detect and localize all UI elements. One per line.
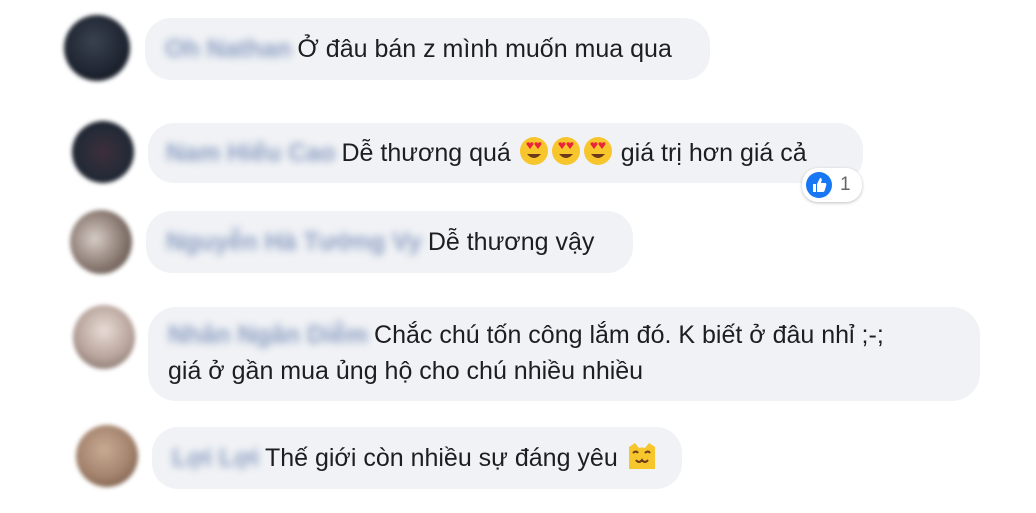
- comment-bubble: Nam Hiếu Cao Dễ thương quá giá trị hơn gi…: [148, 123, 863, 183]
- avatar[interactable]: [76, 425, 138, 487]
- reaction-count: 1: [840, 174, 851, 195]
- comment-author[interactable]: Nam Hiếu Cao: [166, 135, 335, 171]
- comment-author[interactable]: Nguyễn Hà Tường Vy: [166, 224, 422, 260]
- comment-text-line-2: giá ở gần mua ủng hộ cho chú nhiều nhiều: [168, 357, 644, 385]
- comment-text-line-1: Chắc chú tốn công lắm đó. K biết ở đâu n…: [374, 321, 884, 349]
- comment-author[interactable]: Oh Nathan: [165, 31, 291, 67]
- avatar[interactable]: [70, 210, 132, 274]
- like-icon: [806, 172, 832, 198]
- comment-author[interactable]: Nhân Ngân Diễm: [168, 317, 368, 353]
- heart-eyes-emoji: [519, 136, 549, 176]
- comment-bubble: Nhân Ngân Diễm Chắc chú tốn công lắm đó. …: [148, 307, 980, 401]
- comment-author[interactable]: Lợi Lợi: [172, 440, 259, 476]
- comment-bubble: Lợi Lợi Thế giới còn nhiều sự đáng yêu: [152, 427, 682, 489]
- comment-text: Dễ thương quá: [341, 139, 511, 167]
- heart-eyes-emoji: [583, 136, 613, 176]
- comment-bubble: Oh Nathan Ở đâu bán z mình muốn mua qua: [145, 18, 710, 80]
- avatar[interactable]: [73, 305, 135, 369]
- comment-bubble: Nguyễn Hà Tường Vy Dễ thương vậy: [146, 211, 633, 273]
- comment-text: Ở đâu bán z mình muốn mua qua: [297, 35, 672, 63]
- comment-text-continued: giá trị hơn giá cả: [620, 139, 807, 167]
- reaction-badge[interactable]: 1: [802, 168, 862, 202]
- smiling-cat-emoji: [626, 441, 658, 481]
- comment-text: Thế giới còn nhiều sự đáng yêu: [264, 444, 618, 472]
- comment-text: Dễ thương vậy: [427, 228, 595, 256]
- avatar[interactable]: [64, 15, 130, 81]
- avatar[interactable]: [72, 121, 134, 183]
- heart-eyes-emoji: [551, 136, 581, 176]
